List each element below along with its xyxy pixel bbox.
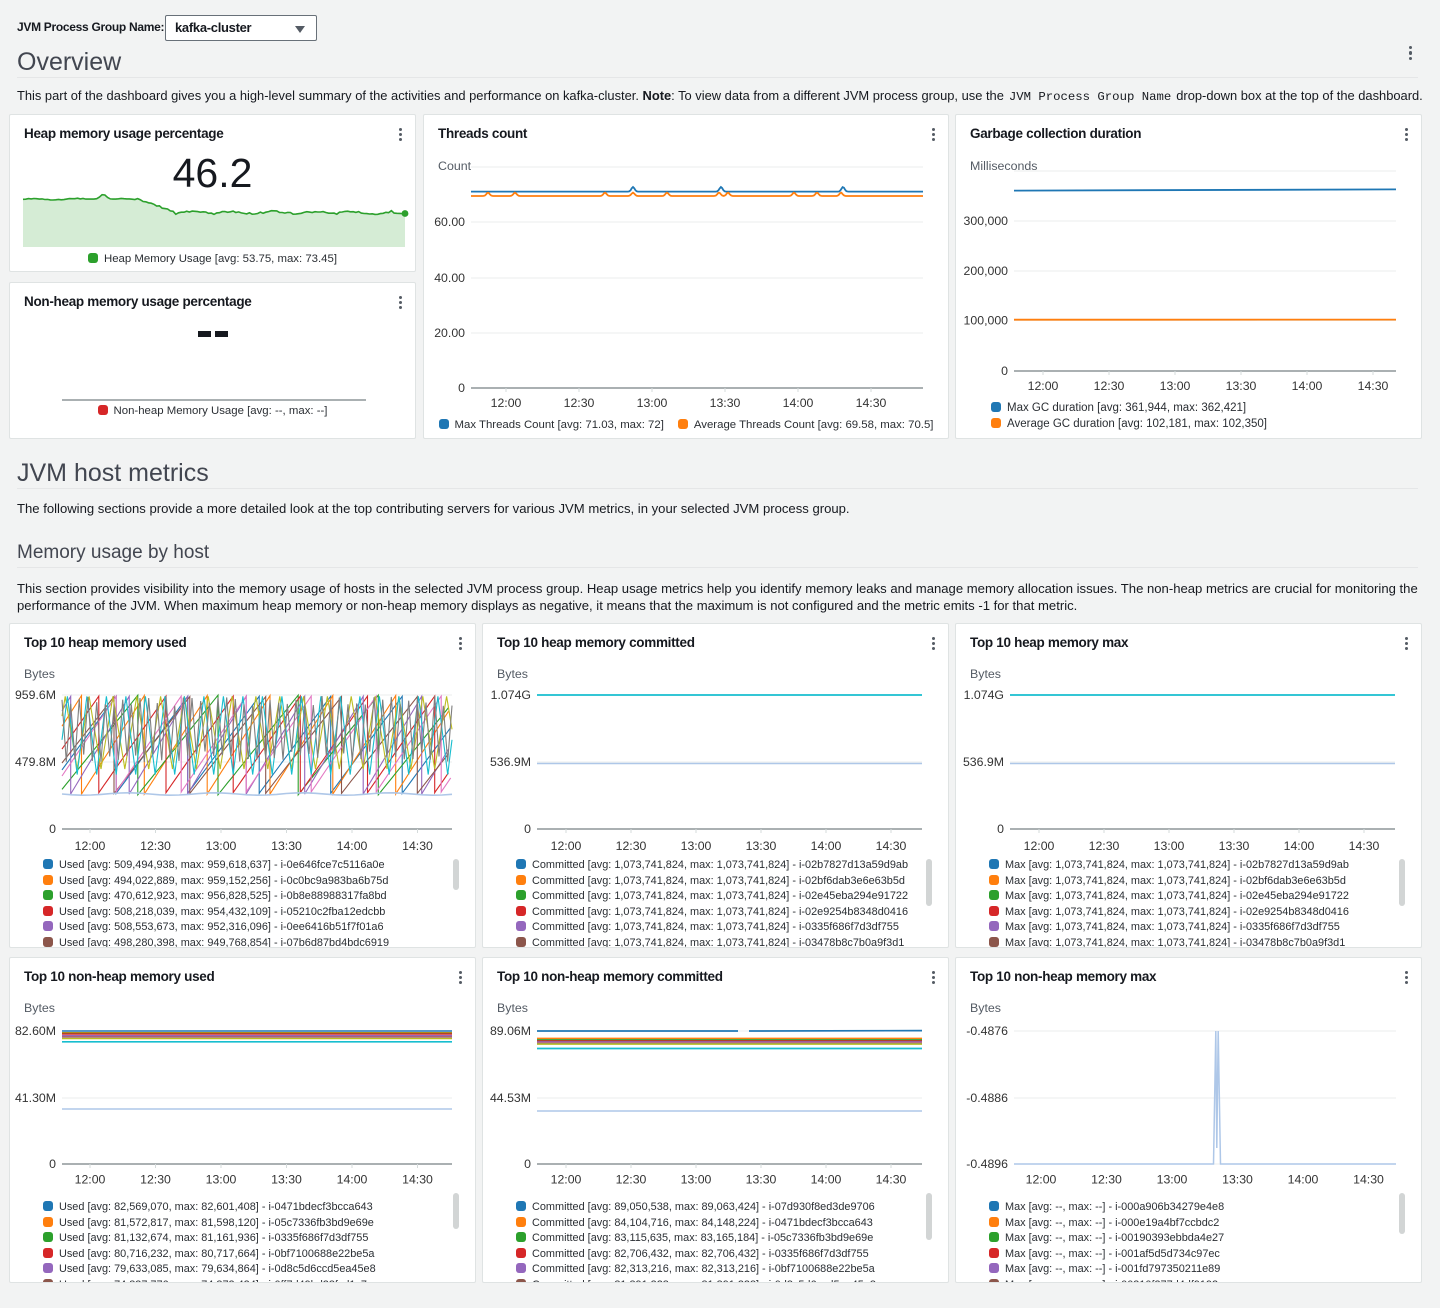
svg-text:14:00: 14:00 — [1292, 379, 1323, 393]
svg-text:536.9M: 536.9M — [490, 755, 531, 769]
svg-text:12:00: 12:00 — [551, 839, 582, 853]
svg-text:40.00: 40.00 — [434, 271, 465, 285]
svg-text:14:30: 14:30 — [1349, 839, 1380, 853]
svg-text:13:00: 13:00 — [1160, 379, 1191, 393]
svg-text:14:30: 14:30 — [856, 396, 887, 410]
svg-text:0: 0 — [49, 1157, 56, 1171]
svg-text:1.074G: 1.074G — [491, 688, 531, 702]
svg-text:479.8M: 479.8M — [15, 755, 56, 769]
svg-text:14:30: 14:30 — [1353, 1173, 1384, 1187]
svg-text:14:30: 14:30 — [876, 1173, 907, 1187]
svg-text:-0.4896: -0.4896 — [966, 1157, 1008, 1171]
svg-text:12:30: 12:30 — [616, 839, 647, 853]
svg-text:-0.4886: -0.4886 — [966, 1091, 1008, 1105]
svg-text:100,000: 100,000 — [964, 314, 1009, 328]
svg-text:14:30: 14:30 — [402, 839, 433, 853]
svg-text:0: 0 — [524, 822, 531, 836]
svg-text:12:30: 12:30 — [1094, 379, 1125, 393]
svg-text:13:30: 13:30 — [271, 1173, 302, 1187]
svg-text:12:30: 12:30 — [564, 396, 595, 410]
svg-text:13:00: 13:00 — [681, 839, 712, 853]
svg-text:300,000: 300,000 — [964, 214, 1009, 228]
svg-text:89.06M: 89.06M — [490, 1024, 531, 1038]
svg-text:536.9M: 536.9M — [963, 755, 1004, 769]
svg-text:12:00: 12:00 — [75, 1173, 106, 1187]
svg-text:12:30: 12:30 — [1089, 839, 1120, 853]
svg-text:0: 0 — [458, 381, 465, 395]
svg-text:0: 0 — [524, 1157, 531, 1171]
svg-text:13:30: 13:30 — [710, 396, 741, 410]
svg-text:0: 0 — [49, 822, 56, 836]
svg-text:12:30: 12:30 — [616, 1173, 647, 1187]
svg-text:13:00: 13:00 — [637, 396, 668, 410]
svg-text:12:30: 12:30 — [1091, 1173, 1122, 1187]
svg-text:41.30M: 41.30M — [15, 1091, 56, 1105]
svg-text:14:00: 14:00 — [337, 839, 368, 853]
svg-text:12:00: 12:00 — [1024, 839, 1055, 853]
svg-text:200,000: 200,000 — [964, 264, 1009, 278]
svg-text:13:00: 13:00 — [681, 1173, 712, 1187]
svg-text:13:00: 13:00 — [1157, 1173, 1188, 1187]
svg-text:44.53M: 44.53M — [490, 1091, 531, 1105]
svg-text:82.60M: 82.60M — [15, 1024, 56, 1038]
svg-text:13:30: 13:30 — [746, 839, 777, 853]
svg-text:13:30: 13:30 — [1222, 1173, 1253, 1187]
svg-text:12:00: 12:00 — [1026, 1173, 1057, 1187]
svg-text:14:00: 14:00 — [1288, 1173, 1319, 1187]
svg-text:14:00: 14:00 — [1284, 839, 1315, 853]
svg-text:13:30: 13:30 — [746, 1173, 777, 1187]
svg-text:12:30: 12:30 — [140, 1173, 171, 1187]
svg-text:13:30: 13:30 — [271, 839, 302, 853]
svg-text:13:00: 13:00 — [206, 839, 237, 853]
svg-text:14:00: 14:00 — [337, 1173, 368, 1187]
svg-text:60.00: 60.00 — [434, 215, 465, 229]
svg-text:14:00: 14:00 — [811, 1173, 842, 1187]
svg-text:1.074G: 1.074G — [964, 688, 1004, 702]
svg-text:12:00: 12:00 — [1028, 379, 1059, 393]
svg-text:13:30: 13:30 — [1226, 379, 1257, 393]
svg-text:20.00: 20.00 — [434, 326, 465, 340]
svg-text:14:30: 14:30 — [402, 1173, 433, 1187]
svg-text:12:00: 12:00 — [491, 396, 522, 410]
svg-text:12:00: 12:00 — [75, 839, 106, 853]
svg-text:14:30: 14:30 — [1358, 379, 1389, 393]
svg-text:13:30: 13:30 — [1219, 839, 1250, 853]
svg-text:959.6M: 959.6M — [15, 688, 56, 702]
svg-text:-0.4876: -0.4876 — [966, 1024, 1008, 1038]
svg-text:12:00: 12:00 — [551, 1173, 582, 1187]
svg-text:12:30: 12:30 — [140, 839, 171, 853]
svg-text:0: 0 — [997, 822, 1004, 836]
svg-text:0: 0 — [1001, 364, 1008, 378]
svg-text:14:00: 14:00 — [811, 839, 842, 853]
svg-text:13:00: 13:00 — [206, 1173, 237, 1187]
svg-text:13:00: 13:00 — [1154, 839, 1185, 853]
svg-text:14:30: 14:30 — [876, 839, 907, 853]
svg-text:14:00: 14:00 — [783, 396, 814, 410]
